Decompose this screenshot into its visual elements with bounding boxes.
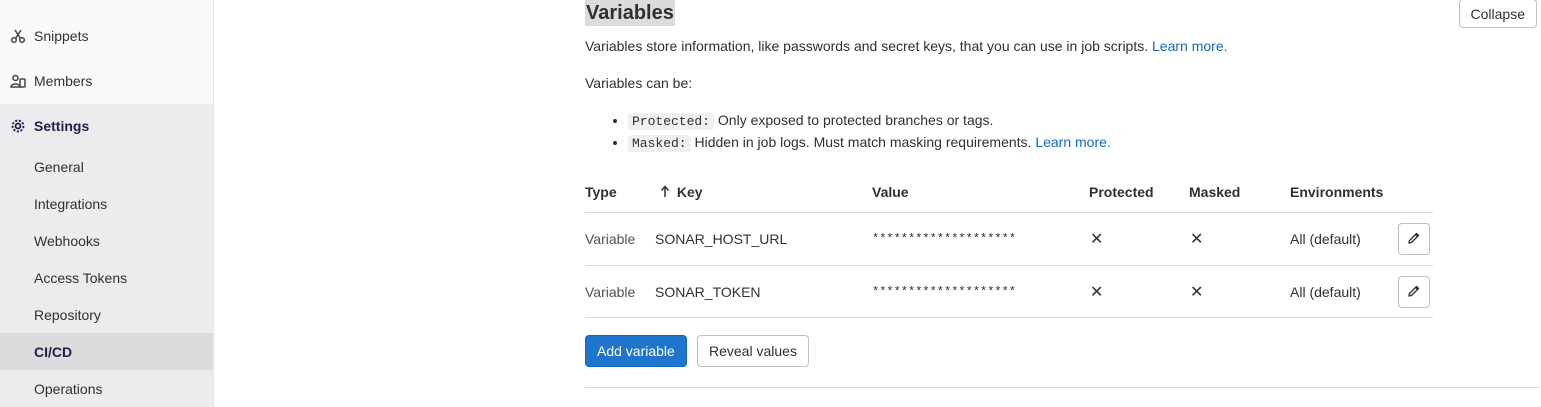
sidebar-subitem-operations[interactable]: Operations xyxy=(0,370,213,407)
table-row: Variable SONAR_HOST_URL ****************… xyxy=(585,212,1433,265)
cell-environments: All (default) xyxy=(1290,231,1361,247)
sidebar-subitem-cicd[interactable]: CI/CD xyxy=(0,333,213,370)
close-icon: ✕ xyxy=(1190,231,1204,248)
protected-code: Protected: xyxy=(628,113,715,130)
snippet-icon xyxy=(10,28,26,44)
cell-value: ******************** xyxy=(872,232,1017,246)
cell-value: ******************** xyxy=(872,285,1017,299)
column-header-protected: Protected xyxy=(1089,184,1154,200)
masked-code: Masked: xyxy=(628,135,691,152)
cell-key: SONAR_TOKEN xyxy=(655,284,761,300)
close-icon: ✕ xyxy=(1190,284,1204,301)
column-header-environments: Environments xyxy=(1290,184,1384,200)
section-description: Variables store information, like passwo… xyxy=(585,37,1228,55)
description-text: Variables store information, like passwo… xyxy=(585,38,1149,54)
variables-can-be-text: Variables can be: xyxy=(585,75,693,91)
bullet-text: Only exposed to protected branches or ta… xyxy=(717,112,994,128)
variables-section: Variables Collapse Variables store infor… xyxy=(585,0,1541,407)
add-variable-button[interactable]: Add variable xyxy=(585,335,687,367)
reveal-values-button[interactable]: Reveal values xyxy=(697,335,809,367)
close-icon: ✕ xyxy=(1090,284,1104,301)
variable-types-list: Protected: Only exposed to protected bra… xyxy=(610,110,1111,154)
users-icon xyxy=(10,73,26,89)
gear-icon xyxy=(10,118,26,134)
sidebar-item-label: Settings xyxy=(34,118,90,134)
list-item: Masked: Hidden in job logs. Must match m… xyxy=(628,132,1111,154)
sidebar-subitem-general[interactable]: General xyxy=(0,148,213,185)
sidebar-subitem-integrations[interactable]: Integrations xyxy=(0,185,213,222)
pencil-icon xyxy=(1407,284,1421,301)
column-header-masked: Masked xyxy=(1189,184,1241,200)
sidebar-subitem-webhooks[interactable]: Webhooks xyxy=(0,222,213,259)
arrow-up-icon xyxy=(660,184,677,200)
sidebar-item-snippets[interactable]: Snippets xyxy=(0,14,213,58)
edit-variable-button[interactable] xyxy=(1398,276,1430,308)
sidebar-subitem-access-tokens[interactable]: Access Tokens xyxy=(0,259,213,296)
column-header-type: Type xyxy=(585,184,617,200)
settings-submenu: General Integrations Webhooks Access Tok… xyxy=(0,148,213,407)
sidebar-item-settings[interactable]: Settings xyxy=(0,104,213,148)
sidebar: Snippets Members Settings General Integr… xyxy=(0,0,214,407)
list-item: Protected: Only exposed to protected bra… xyxy=(628,110,1111,132)
sidebar-item-label: Snippets xyxy=(34,28,89,44)
pencil-icon xyxy=(1407,231,1421,248)
sidebar-subitem-repository[interactable]: Repository xyxy=(0,296,213,333)
cell-environments: All (default) xyxy=(1290,284,1361,300)
column-header-value: Value xyxy=(872,184,909,200)
table-row: Variable SONAR_TOKEN *******************… xyxy=(585,265,1433,318)
collapse-button[interactable]: Collapse xyxy=(1458,0,1537,28)
edit-variable-button[interactable] xyxy=(1398,223,1430,255)
cell-type: Variable xyxy=(585,284,636,300)
divider xyxy=(585,387,1540,388)
column-header-key-label: Key xyxy=(676,184,703,200)
bullet-text: Hidden in job logs. Must match masking r… xyxy=(694,134,1032,150)
sidebar-item-members[interactable]: Members xyxy=(0,59,213,103)
cell-type: Variable xyxy=(585,231,636,247)
sidebar-item-label: Members xyxy=(34,73,93,89)
masking-learn-more-link[interactable]: Learn more. xyxy=(1035,134,1110,150)
section-title: Variables xyxy=(585,0,675,26)
column-header-key[interactable]: Key xyxy=(660,184,703,200)
close-icon: ✕ xyxy=(1090,231,1104,248)
cell-key: SONAR_HOST_URL xyxy=(655,231,788,247)
learn-more-link[interactable]: Learn more. xyxy=(1152,38,1227,54)
